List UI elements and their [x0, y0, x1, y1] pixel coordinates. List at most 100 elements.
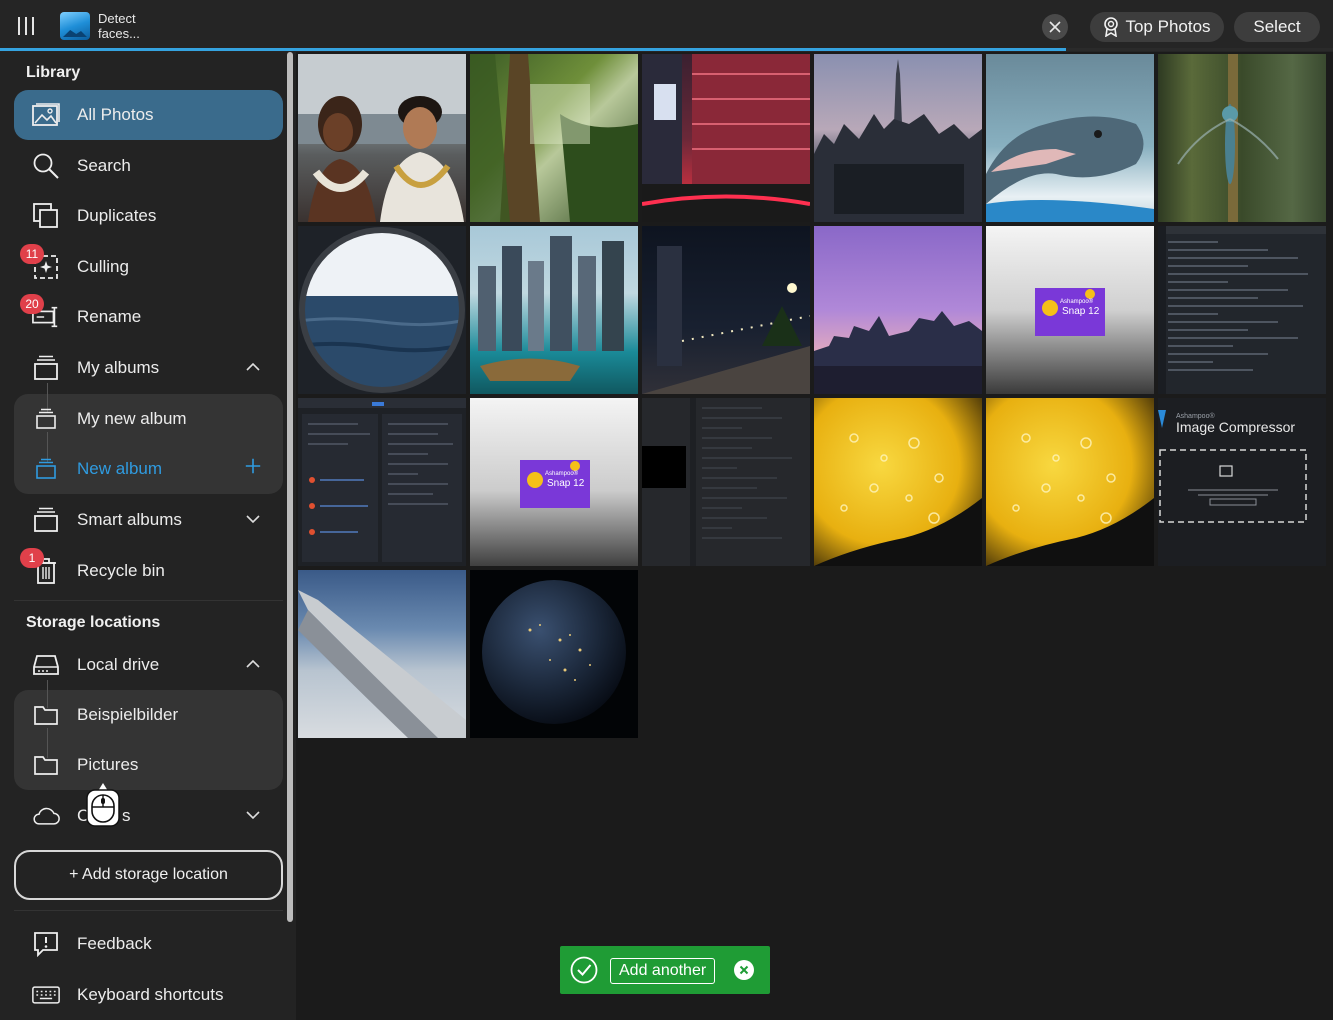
folder-pictures[interactable]: Pictures	[14, 740, 283, 790]
recycle-bin-badge: 1	[20, 548, 44, 568]
sidebar-item-label: Smart albums	[77, 510, 182, 529]
night-promenade-photo	[642, 246, 810, 394]
photo-tile[interactable]	[298, 54, 466, 222]
dubai-marina-photo	[478, 236, 624, 381]
photo-tile[interactable]: Ashampoo® Snap 12	[986, 226, 1154, 394]
lemon-macro-photo	[814, 433, 982, 566]
photo-tile[interactable]	[1158, 226, 1326, 394]
feedback-icon	[32, 931, 60, 957]
chevron-up-icon[interactable]	[245, 359, 261, 375]
photo-tile[interactable]: Ashampoo® Image Compressor	[1158, 398, 1326, 566]
search-icon	[32, 153, 60, 179]
duplicates-icon	[32, 203, 60, 229]
top-photos-label: Top Photos	[1125, 17, 1211, 36]
photo-tile[interactable]	[1158, 54, 1326, 222]
new-album-button[interactable]: New album	[14, 444, 283, 494]
photo-tile[interactable]	[642, 226, 810, 394]
forest-photo	[470, 54, 638, 222]
photo-tile[interactable]	[470, 54, 638, 222]
photo-tile[interactable]	[470, 570, 638, 738]
snap-12-screenshot-2: Ashampoo® Snap 12	[520, 460, 590, 508]
close-icon	[739, 965, 749, 975]
photo-grid: Ashampoo® Snap 12 Ashampoo® Snap 12 Asha…	[298, 54, 1328, 742]
sidebar-item-recycle-bin[interactable]: Recycle bin	[14, 546, 283, 596]
photo-tile[interactable]	[642, 398, 810, 566]
sidebar-item-culling[interactable]: Culling	[14, 242, 283, 292]
photo-tile[interactable]	[986, 398, 1154, 566]
album-icon	[32, 355, 60, 381]
award-icon	[1104, 17, 1119, 37]
mouse-icon	[86, 783, 120, 827]
photo-tile[interactable]	[470, 226, 638, 394]
top-photos-button[interactable]: Top Photos	[1090, 12, 1224, 42]
plus-icon[interactable]	[245, 458, 261, 474]
add-storage-location-button[interactable]: + Add storage location	[14, 850, 283, 900]
snap-logo-text: Snap 12	[1062, 306, 1100, 317]
dolphin-photo	[986, 116, 1154, 222]
earth-night-photo	[482, 580, 626, 724]
sidebar-item-label: My new album	[77, 409, 187, 428]
photo-tile[interactable]	[814, 226, 982, 394]
sidebar-item-label: All Photos	[77, 105, 154, 124]
storage-item-cloud[interactable]: Cl s	[14, 791, 283, 841]
photo-tile[interactable]: Ashampoo® Snap 12	[470, 398, 638, 566]
sidebar-item-label: Search	[77, 156, 131, 175]
photo-tile[interactable]	[814, 398, 982, 566]
sidebar-item-rename[interactable]: Rename	[14, 292, 283, 342]
app-logo-icon	[60, 12, 90, 40]
sidebar-item-label: Recycle bin	[77, 561, 165, 580]
snap-12-screenshot: Ashampoo® Snap 12	[1035, 288, 1105, 336]
add-another-toast: Add another	[560, 946, 770, 994]
sidebar-scrollbar[interactable]	[287, 52, 293, 922]
dismiss-toast-button[interactable]	[734, 960, 754, 980]
add-another-button[interactable]: Add another	[610, 958, 716, 984]
sidebar-item-label: Local drive	[77, 655, 160, 674]
sidebar-item-keyboard-shortcuts[interactable]: Keyboard shortcuts	[14, 970, 283, 1020]
cancel-task-button[interactable]	[1042, 14, 1068, 40]
rename-badge: 20	[20, 294, 44, 314]
snap-brand-text: Ashampoo®	[545, 470, 579, 477]
image-compressor-screenshot: Ashampoo® Image Compressor	[1158, 410, 1307, 523]
photo-tile[interactable]	[298, 226, 466, 394]
top-bar: Detect faces... Top Photos Select	[0, 0, 1333, 52]
chevron-down-icon[interactable]	[245, 807, 261, 823]
purple-skyline-photo	[814, 311, 982, 394]
porthole-sea-photo	[299, 227, 465, 393]
album-my-new-album[interactable]: My new album	[14, 394, 283, 444]
photo-tile[interactable]	[298, 570, 466, 738]
storage-locations-title: Storage locations	[26, 614, 161, 631]
sidebar-item-smart-albums[interactable]: Smart albums	[14, 495, 283, 545]
photo-tile[interactable]	[814, 54, 982, 222]
keyboard-icon	[32, 982, 60, 1008]
status-text: Detect faces...	[98, 11, 140, 41]
photo-tile[interactable]	[986, 54, 1154, 222]
folder-beispielbilder[interactable]: Beispielbilder	[14, 690, 283, 740]
cloud-icon	[32, 803, 60, 829]
chevron-down-icon[interactable]	[245, 511, 261, 527]
sidebar-item-label: Culling	[77, 257, 129, 276]
app-screenshot-dark	[298, 398, 466, 562]
sidebar-item-my-albums[interactable]: My albums	[14, 343, 283, 393]
album-icon	[32, 406, 60, 432]
lemon-macro-photo-2	[986, 433, 1154, 566]
sidebar-item-label-end: s	[122, 806, 131, 825]
sidebar-item-feedback[interactable]: Feedback	[14, 919, 283, 969]
photo-tile[interactable]	[642, 54, 810, 222]
sidebar-item-label: Duplicates	[77, 206, 157, 225]
chevron-up-icon[interactable]	[245, 656, 261, 672]
divider	[14, 910, 283, 911]
dark-code-screenshot	[642, 398, 792, 566]
storage-item-local-drive[interactable]: Local drive	[14, 640, 283, 690]
close-icon	[1049, 21, 1061, 33]
divider	[14, 600, 283, 601]
check-circle-icon	[570, 956, 598, 984]
photo-tile[interactable]	[298, 398, 466, 566]
snap-brand-text: Ashampoo®	[1060, 298, 1094, 305]
menu-icon[interactable]	[14, 14, 38, 38]
drive-icon	[32, 652, 60, 678]
select-button[interactable]: Select	[1234, 12, 1320, 42]
airplane-wing-photo	[298, 590, 466, 738]
sidebar-item-all-photos[interactable]: All Photos	[14, 90, 283, 140]
sidebar-item-duplicates[interactable]: Duplicates	[14, 191, 283, 241]
sidebar-item-search[interactable]: Search	[14, 141, 283, 191]
